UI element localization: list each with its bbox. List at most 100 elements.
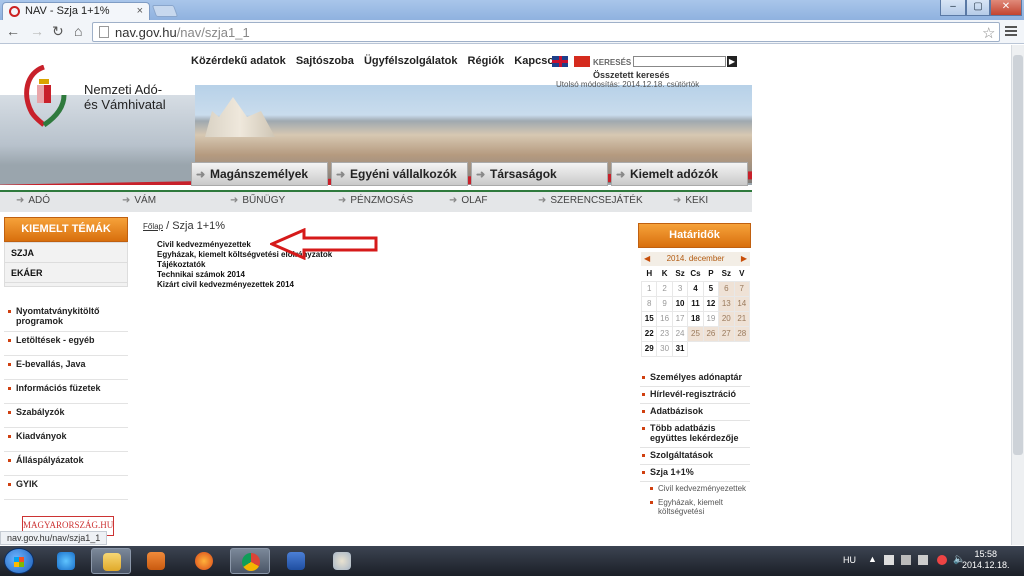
calendar-day[interactable]: 2 (656, 280, 673, 297)
calendar-day[interactable]: 31 (671, 340, 689, 357)
left-menu-item[interactable]: Álláspályázatok (4, 452, 128, 476)
calendar-day[interactable]: 1 (640, 280, 658, 297)
subnav-customs[interactable]: ➜ VÁM (122, 195, 156, 206)
featured-item-szja[interactable]: SZJA (5, 243, 127, 263)
address-bar[interactable]: nav.gov.hu/nav/szja1_1 (92, 22, 1000, 42)
calendar-day[interactable]: 29 (640, 340, 658, 357)
taskbar-media-player[interactable] (136, 548, 176, 574)
calendar-day[interactable]: 7 (733, 280, 751, 297)
nav-emblem-icon[interactable] (20, 65, 68, 127)
left-menu-item[interactable]: GYIK (4, 476, 128, 500)
scrollbar-thumb[interactable] (1013, 55, 1023, 455)
advanced-search-link[interactable]: Összetett keresés (593, 70, 670, 80)
right-menu-item[interactable]: Személyes adónaptár (640, 370, 750, 387)
content-link-technical-numbers[interactable]: Technikai számok 2014 (157, 270, 332, 280)
right-menu-item[interactable]: Szolgáltatások (640, 448, 750, 465)
tray-device-icon[interactable] (901, 555, 911, 565)
back-icon[interactable]: ← (6, 23, 20, 39)
system-clock[interactable]: 15:58 2014.12.18. (962, 549, 1010, 571)
calendar-day[interactable]: 16 (656, 310, 673, 327)
tab-private-individuals[interactable]: ➜ Magánszemélyek (191, 162, 328, 186)
top-link-customer-service[interactable]: Ügyfélszolgálatok (364, 55, 458, 67)
calendar-day[interactable]: 13 (718, 295, 735, 312)
taskbar-ie[interactable] (46, 548, 86, 574)
calendar-day[interactable]: 25 (687, 325, 704, 342)
calendar-day[interactable]: 27 (718, 325, 735, 342)
tray-network-icon[interactable] (918, 555, 928, 565)
english-flag-icon[interactable] (552, 56, 568, 67)
subnav-gambling[interactable]: ➜ SZERENCSEJÁTÉK (538, 195, 643, 206)
calendar-next-icon[interactable]: ▶ (741, 252, 747, 266)
tray-security-icon[interactable] (937, 555, 947, 565)
left-menu-item[interactable]: Kiadványok (4, 428, 128, 452)
calendar-day[interactable]: 22 (640, 325, 658, 342)
featured-item-ekaer[interactable]: EKÁER (5, 263, 127, 283)
calendar-day[interactable]: 17 (671, 310, 689, 327)
taskbar-paint[interactable] (322, 548, 362, 574)
start-button[interactable] (4, 548, 34, 574)
content-link-excluded-beneficiaries[interactable]: Kizárt civil kedvezményezettek 2014 (157, 280, 332, 290)
right-menu-item[interactable]: Szja 1+1% (640, 465, 750, 482)
taskbar-explorer[interactable] (91, 548, 131, 574)
calendar-day[interactable]: 30 (656, 340, 673, 357)
browser-tab[interactable]: NAV - Szja 1+1% × (2, 2, 150, 20)
calendar-day[interactable]: 4 (687, 280, 704, 297)
calendar-day[interactable]: 12 (702, 295, 720, 312)
close-window-button[interactable]: ✕ (990, 0, 1022, 16)
chinese-flag-icon[interactable] (574, 56, 591, 67)
tray-flag-icon[interactable] (884, 555, 894, 565)
subnav-money-laundering[interactable]: ➜ PÉNZMOSÁS (338, 195, 413, 206)
subnav-tax[interactable]: ➜ ADÓ (16, 195, 50, 206)
maximize-button[interactable]: ▢ (966, 0, 990, 16)
bookmark-star-icon[interactable]: ☆ (982, 24, 995, 42)
calendar-day[interactable]: 3 (671, 280, 689, 297)
site-logo-text[interactable]: Nemzeti Adó- és Vámhivatal (84, 82, 166, 112)
home-icon[interactable]: ⌂ (74, 23, 82, 39)
minimize-button[interactable]: – (940, 0, 966, 16)
tab-sole-traders[interactable]: ➜ Egyéni vállalkozók (331, 162, 468, 186)
left-menu-item[interactable]: E-bevallás, Java (4, 356, 128, 380)
calendar-day[interactable]: 28 (733, 325, 751, 342)
taskbar-chrome[interactable] (230, 548, 270, 574)
top-link-press[interactable]: Sajtószoba (296, 55, 354, 67)
left-menu-item[interactable]: Szabályzók (4, 404, 128, 428)
calendar-day[interactable]: 6 (718, 280, 735, 297)
search-input[interactable] (633, 56, 726, 67)
subnav-olaf[interactable]: ➜ OLAF (449, 195, 488, 206)
calendar-day[interactable]: 8 (640, 295, 658, 312)
taskbar-word[interactable] (276, 548, 316, 574)
page-scrollbar[interactable] (1011, 45, 1024, 545)
tray-expand-icon[interactable]: ▲ (868, 554, 877, 564)
calendar-day[interactable]: 21 (733, 310, 751, 327)
calendar-day[interactable]: 5 (702, 280, 720, 297)
tab-close-icon[interactable]: × (137, 5, 143, 17)
language-indicator[interactable]: HU (843, 555, 856, 565)
right-menu-item[interactable]: Hírlevél-regisztráció (640, 387, 750, 404)
taskbar-firefox[interactable] (184, 548, 224, 574)
calendar-day[interactable]: 26 (702, 325, 720, 342)
right-menu-item[interactable]: Adatbázisok (640, 404, 750, 421)
tab-major-taxpayers[interactable]: ➜ Kiemelt adózók (611, 162, 748, 186)
right-submenu-item[interactable]: Egyházak, kiemelt költségvetési (640, 496, 750, 519)
left-menu-item[interactable]: Információs füzetek (4, 380, 128, 404)
calendar-day[interactable]: 9 (656, 295, 673, 312)
subnav-keki[interactable]: ➜ KEKI (673, 195, 708, 206)
calendar-day[interactable]: 11 (687, 295, 704, 312)
forward-icon[interactable]: → (30, 23, 44, 39)
calendar-day[interactable]: 23 (656, 325, 673, 342)
reload-icon[interactable]: ↻ (52, 23, 64, 40)
chrome-menu-icon[interactable] (1005, 26, 1017, 38)
left-menu-item[interactable]: Letöltések - egyéb (4, 332, 128, 356)
calendar-day[interactable]: 10 (671, 295, 689, 312)
calendar-day[interactable]: 20 (718, 310, 735, 327)
calendar-prev-icon[interactable]: ◀ (644, 252, 650, 266)
calendar-day[interactable]: 24 (671, 325, 689, 342)
subnav-crime[interactable]: ➜ BŰNÜGY (230, 195, 285, 206)
calendar-day[interactable]: 14 (733, 295, 751, 312)
calendar-day[interactable]: 15 (640, 310, 658, 327)
tab-companies[interactable]: ➜ Társaságok (471, 162, 608, 186)
search-go-icon[interactable]: ▶ (727, 56, 737, 67)
new-tab-button[interactable] (151, 5, 179, 17)
top-link-public-data[interactable]: Közérdekű adatok (191, 55, 286, 67)
left-menu-item[interactable]: Nyomtatványkitöltő programok (4, 303, 128, 332)
